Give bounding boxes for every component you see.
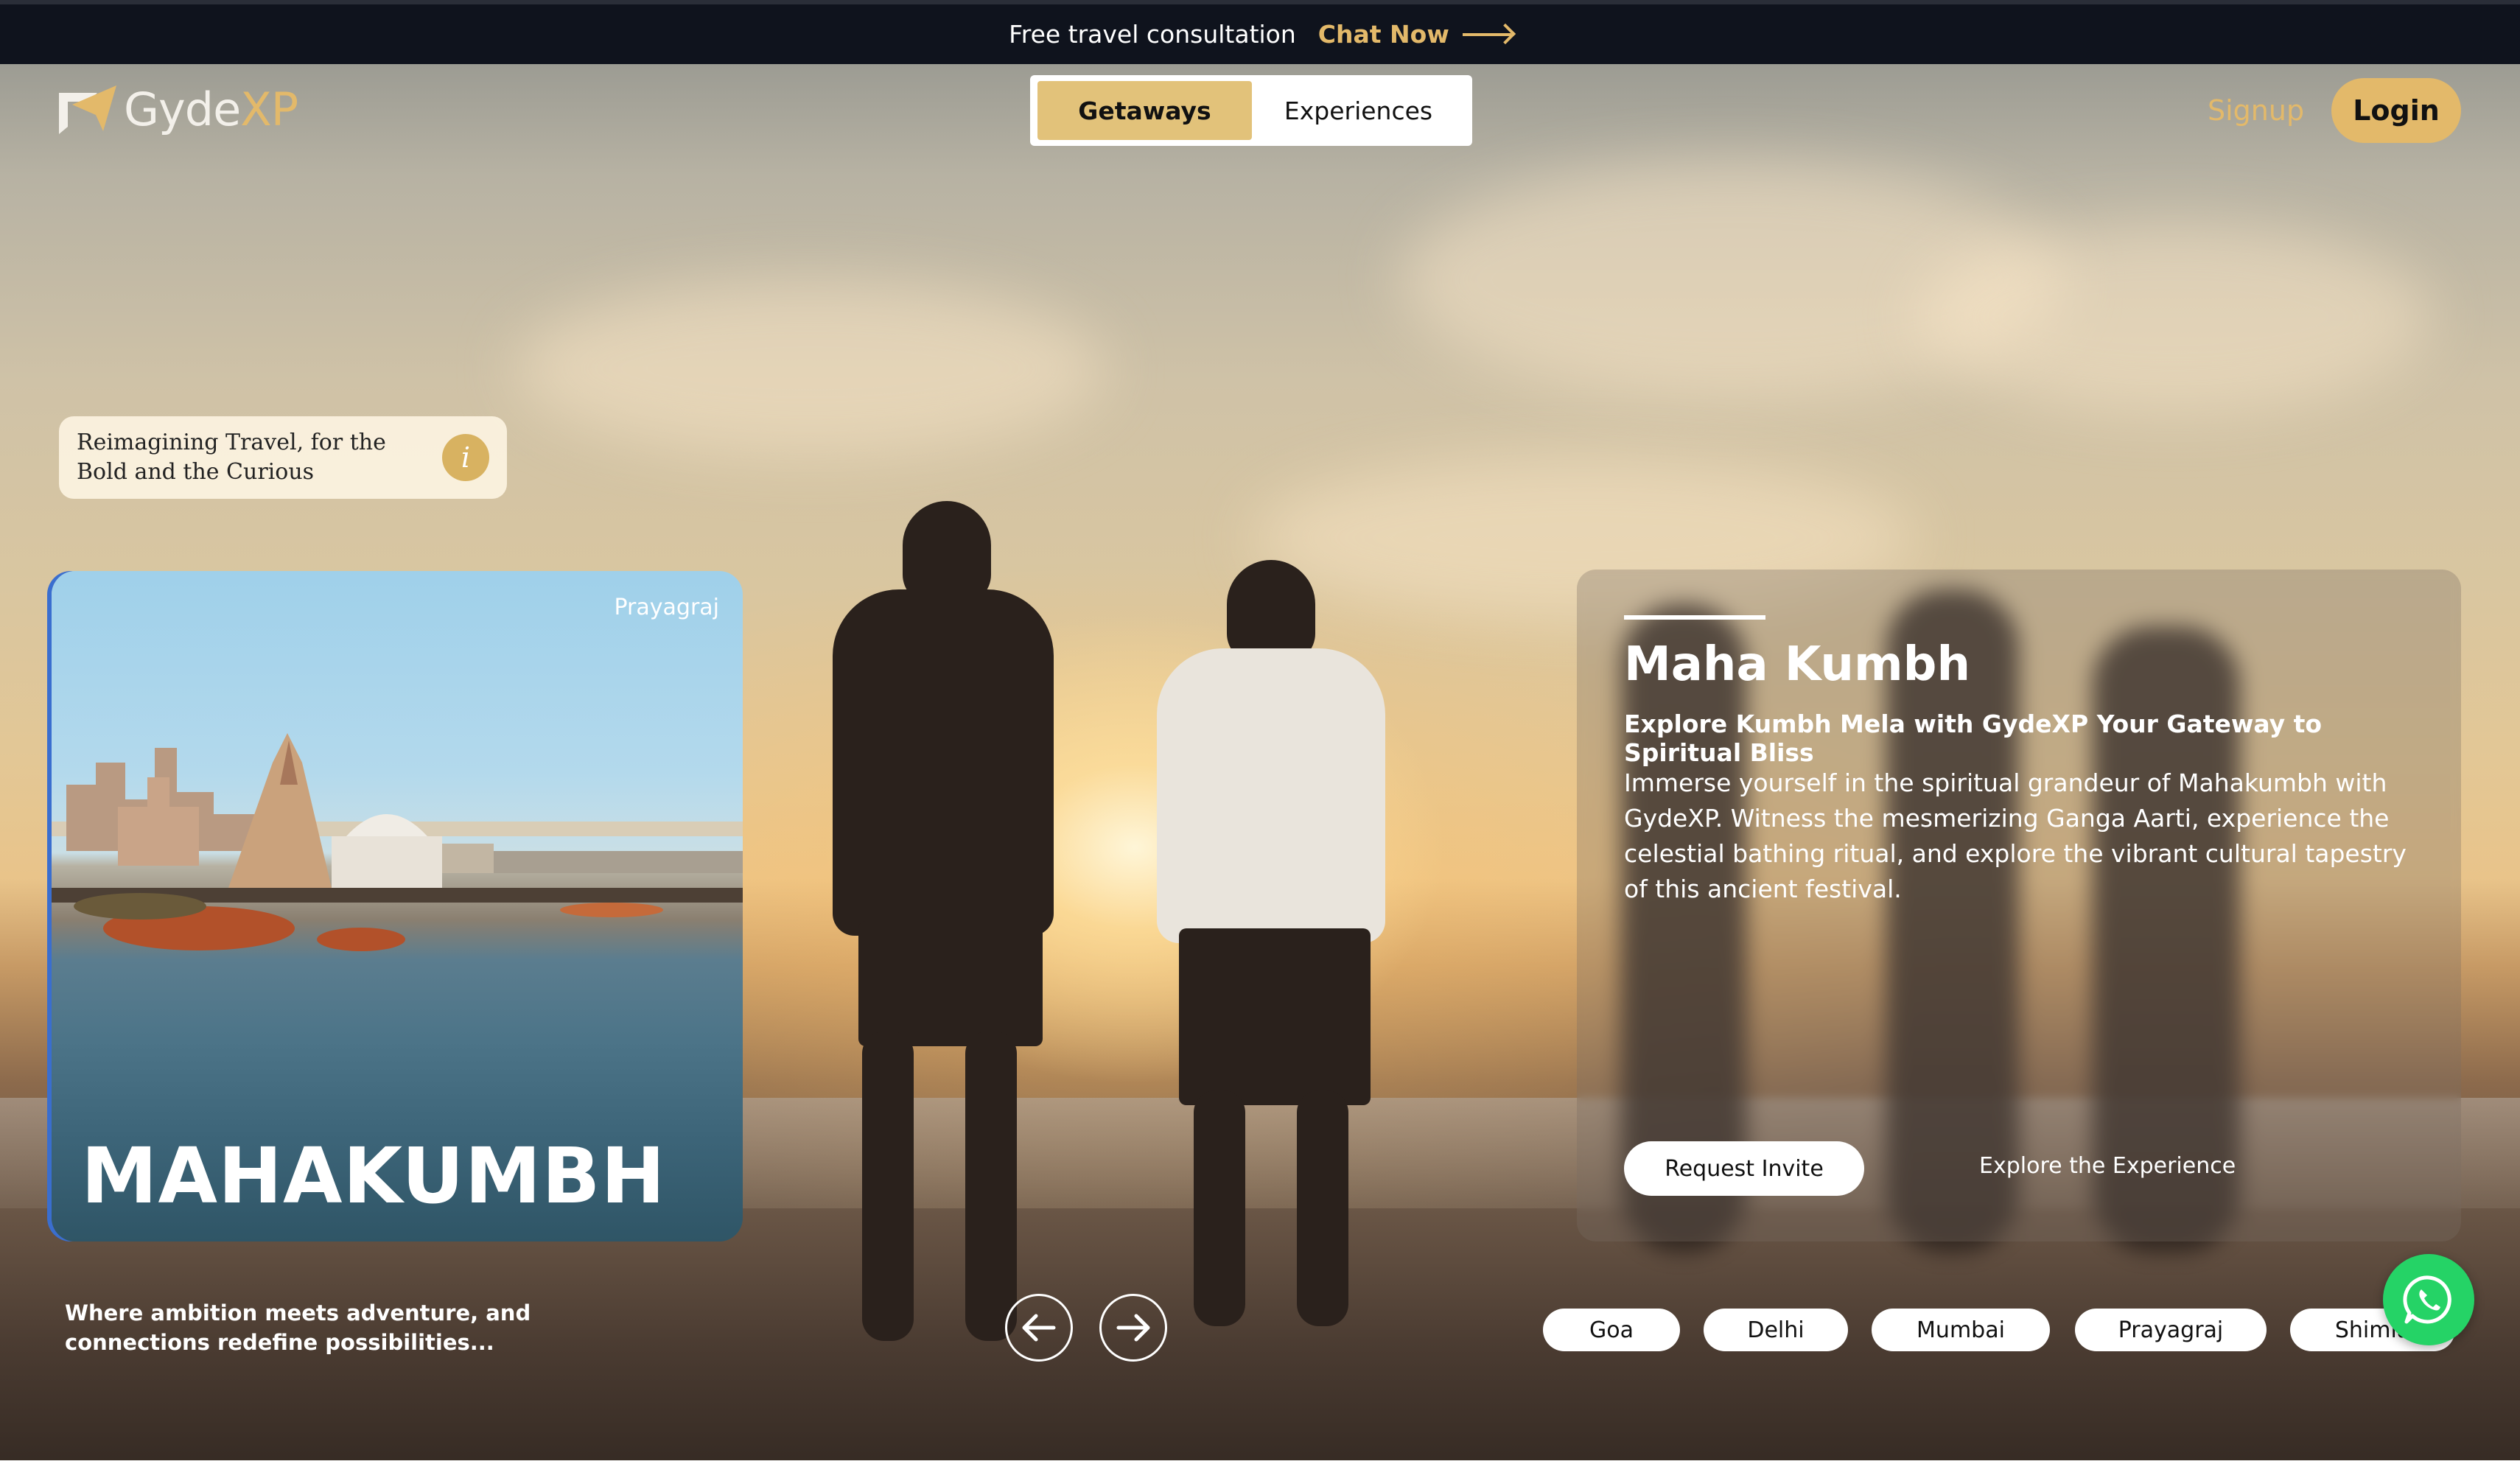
hero-subtitle: Where ambition meets adventure, and conn…: [65, 1300, 531, 1355]
info-icon[interactable]: i: [442, 434, 489, 481]
ghat-scene-image: [52, 733, 743, 951]
city-chip-prayagraj[interactable]: Prayagraj: [2075, 1309, 2267, 1351]
mode-toggle: Getaways Experiences: [1030, 75, 1472, 146]
tab-getaways[interactable]: Getaways: [1037, 81, 1252, 140]
login-button[interactable]: Login: [2331, 78, 2461, 143]
arrow-left-icon: [1022, 1314, 1056, 1342]
whatsapp-icon: [2403, 1275, 2451, 1324]
panel-description: Immerse yourself in the spiritual grande…: [1624, 768, 2407, 903]
destination-title: MAHAKUMBH: [81, 1131, 666, 1221]
tagline-card: Reimagining Travel, for the Bold and the…: [59, 416, 507, 499]
logo-mark-icon: [59, 85, 116, 134]
logo-text: GydeXP: [124, 83, 298, 136]
panel-subtitle: Explore Kumbh Mela with GydeXP Your Gate…: [1624, 710, 2323, 767]
explore-experience-link[interactable]: Explore the Experience: [1979, 1153, 2236, 1179]
panel-progress-bar: [1624, 615, 1765, 620]
logo[interactable]: GydeXP: [59, 83, 298, 136]
page: Free travel consultation Chat Now GydeXP…: [0, 0, 2520, 1464]
destination-card[interactable]: Prayagraj MAHAKUMBH: [52, 571, 743, 1241]
request-invite-button[interactable]: Request Invite: [1624, 1141, 1864, 1196]
consultation-banner: Free travel consultation Chat Now: [0, 0, 2520, 64]
panel-title: Maha Kumbh: [1624, 637, 1970, 692]
arrow-right-icon: [1116, 1314, 1150, 1342]
carousel-prev-button[interactable]: [1005, 1294, 1073, 1362]
chat-now-label: Chat Now: [1317, 20, 1449, 49]
signup-link[interactable]: Signup: [2208, 94, 2304, 127]
city-chip-mumbai[interactable]: Mumbai: [1872, 1309, 2050, 1351]
tab-experiences[interactable]: Experiences: [1252, 81, 1465, 140]
city-chip-goa[interactable]: Goa: [1543, 1309, 1680, 1351]
tagline-text: Reimagining Travel, for the Bold and the…: [77, 430, 386, 485]
chat-now-link[interactable]: Chat Now: [1318, 20, 1511, 49]
arrow-right-icon: [1462, 32, 1511, 36]
experience-info-panel: Maha Kumbh Explore Kumbh Mela with GydeX…: [1577, 570, 2461, 1241]
destination-location: Prayagraj: [614, 595, 719, 620]
carousel-next-button[interactable]: [1099, 1294, 1167, 1362]
whatsapp-chat-button[interactable]: [2383, 1254, 2474, 1345]
city-chip-delhi[interactable]: Delhi: [1704, 1309, 1848, 1351]
banner-text: Free travel consultation: [1009, 20, 1296, 49]
bottom-edge: [0, 1460, 2520, 1464]
